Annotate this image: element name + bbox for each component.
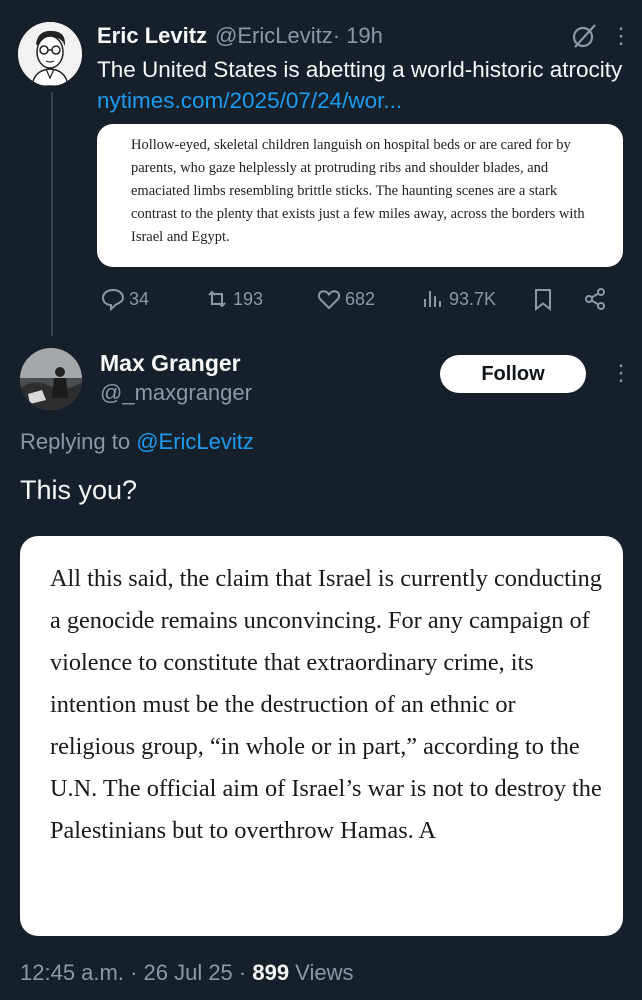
grok-icon[interactable] <box>570 22 598 50</box>
author-name[interactable]: Eric Levitz <box>97 23 207 49</box>
reply-count: 34 <box>129 288 150 309</box>
reply-author-name[interactable]: Max Granger <box>100 347 241 379</box>
replying-prefix: Replying to <box>20 429 137 454</box>
more-options-icon[interactable]: ⋮ <box>610 24 632 48</box>
repost-count: 193 <box>233 288 264 309</box>
views-label: Views <box>289 960 354 985</box>
tweet-actions: 34 193 682 93.7K <box>97 282 617 316</box>
repost-icon <box>208 290 226 308</box>
tweet-time[interactable]: · 19h <box>333 23 383 49</box>
replying-to: Replying to @EricLevitz <box>20 427 254 457</box>
avatar-illustration <box>18 22 82 86</box>
like-button[interactable]: 682 <box>317 282 375 316</box>
reply-quote-image[interactable]: All this said, the claim that Israel is … <box>20 536 623 936</box>
tweet-body: The United States is abetting a world-hi… <box>97 57 623 82</box>
views-button[interactable]: 93.7K <box>421 282 496 316</box>
thread-connector-line <box>51 92 53 336</box>
follow-button[interactable]: Follow <box>440 355 586 393</box>
parent-quote-text: Hollow-eyed, skeletal children languish … <box>131 137 585 245</box>
views-number: 899 <box>252 960 290 985</box>
reply-button[interactable]: 34 <box>101 282 149 316</box>
heart-icon <box>317 290 341 310</box>
parent-tweet-header: Eric Levitz @EricLevitz · 19h <box>97 20 624 52</box>
bookmark-button[interactable] <box>531 282 555 316</box>
parent-quote-image[interactable]: Hollow-eyed, skeletal children languish … <box>97 124 623 267</box>
tweet-timestamp[interactable]: 12:45 a.m. · 26 Jul 25 · <box>20 960 252 985</box>
author-handle[interactable]: @EricLevitz <box>215 23 333 49</box>
parent-tweet-text: The United States is abetting a world-hi… <box>97 54 627 116</box>
reply-quote-text: All this said, the claim that Israel is … <box>50 565 602 844</box>
bookmark-icon <box>535 289 551 311</box>
views-count: 93.7K <box>449 288 497 309</box>
share-icon <box>585 288 605 310</box>
repost-button[interactable]: 193 <box>205 282 263 316</box>
avatar-photo <box>20 348 82 410</box>
reply-tweet-text: This you? <box>20 475 138 505</box>
author-avatar[interactable] <box>18 22 82 86</box>
reply-author-handle[interactable]: @_maxgranger <box>100 378 252 408</box>
article-link[interactable]: nytimes.com/2025/07/24/wor... <box>97 88 402 113</box>
reply-author-avatar[interactable] <box>20 348 82 410</box>
share-button[interactable] <box>583 282 607 316</box>
reply-more-options-icon[interactable]: ⋮ <box>610 361 632 385</box>
reply-icon <box>101 288 125 311</box>
replying-to-handle[interactable]: @EricLevitz <box>136 429 254 454</box>
analytics-icon <box>424 291 441 307</box>
tweet-metadata: 12:45 a.m. · 26 Jul 25 · 899 Views <box>20 958 353 988</box>
like-count: 682 <box>345 288 376 309</box>
